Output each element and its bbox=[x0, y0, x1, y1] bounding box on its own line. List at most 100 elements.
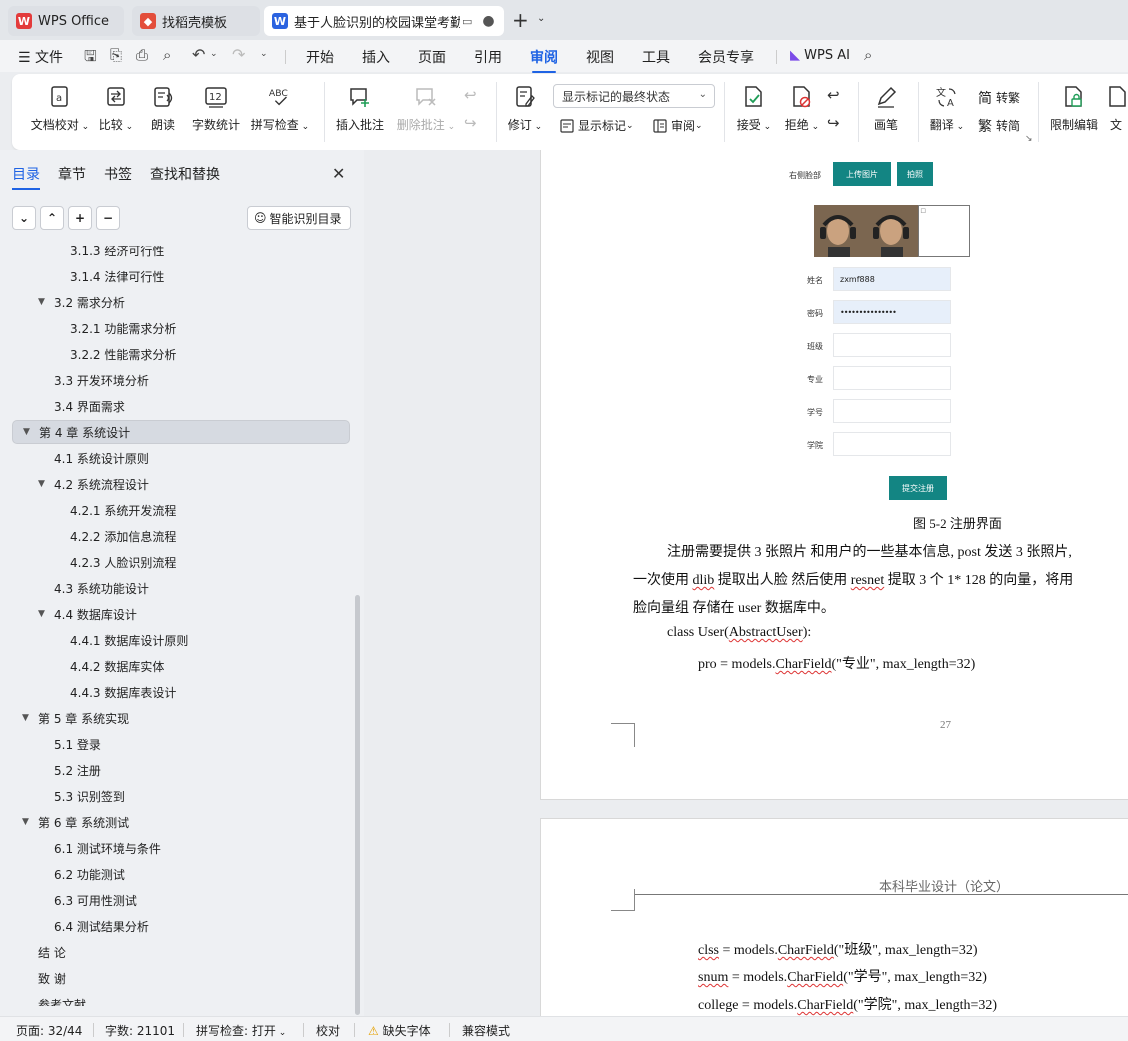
toc-item[interactable]: 5.3 识别签到 bbox=[12, 784, 350, 808]
save-icon[interactable]: 🖫 bbox=[84, 46, 97, 71]
nav-tab-chapters[interactable]: 章节 bbox=[58, 164, 86, 184]
submit-register-button[interactable]: 提交注册 bbox=[889, 476, 947, 500]
next-revision-icon[interactable]: ↪ bbox=[827, 114, 840, 132]
doc-rights-button[interactable]: 文 bbox=[1098, 84, 1128, 144]
expand-arrow-icon[interactable]: ▼ bbox=[23, 427, 30, 437]
nav-tab-find-replace[interactable]: 查找和替换 bbox=[150, 164, 220, 184]
name-field[interactable]: zxmf888 bbox=[833, 267, 951, 291]
insert-comment-button[interactable]: 插入批注 bbox=[334, 84, 386, 144]
toc-item[interactable]: 4.4.3 数据库表设计 bbox=[12, 680, 350, 704]
delete-comment-button[interactable]: 删除批注 ⌄ bbox=[396, 84, 456, 144]
class-field[interactable] bbox=[833, 333, 951, 357]
accept-button[interactable]: 接受 ⌄ bbox=[730, 84, 778, 144]
search-icon[interactable]: ⌕ bbox=[864, 46, 872, 64]
spell-check-button[interactable]: ABC 拼写检查 ⌄ bbox=[248, 84, 312, 144]
toc-item[interactable]: 5.2 注册 bbox=[12, 758, 350, 782]
toc-item[interactable]: 3.2.1 功能需求分析 bbox=[12, 316, 350, 340]
toc-item[interactable]: 6.3 可用性测试 bbox=[12, 888, 350, 912]
print-preview-icon[interactable]: ⌕ bbox=[163, 46, 171, 64]
menu-reference[interactable]: 引用 bbox=[474, 47, 502, 67]
doc-proof-button[interactable]: a 文档校对 ⌄ bbox=[24, 84, 96, 144]
tab-unsaved-dot-icon[interactable]: ● bbox=[482, 13, 494, 29]
toc-item[interactable]: 4.1 系统设计原则 bbox=[12, 446, 350, 470]
toc-item[interactable]: 5.1 登录 bbox=[12, 732, 350, 756]
toc-item[interactable]: ▼ 3.2 需求分析 bbox=[12, 290, 350, 314]
toc-item[interactable]: 4.2.1 系统开发流程 bbox=[12, 498, 350, 522]
toc-item[interactable]: 4.2.3 人脸识别流程 bbox=[12, 550, 350, 574]
file-menu[interactable]: ☰ 文件 bbox=[18, 47, 63, 67]
toc-item[interactable]: ▼ 第 4 章 系统设计 bbox=[12, 420, 350, 444]
upload-image-button[interactable]: 上传图片 bbox=[833, 162, 891, 186]
more-chevron-icon[interactable]: ⌄ bbox=[260, 49, 268, 59]
expand-arrow-icon[interactable]: ▼ bbox=[38, 297, 45, 307]
student-id-field[interactable] bbox=[833, 399, 951, 423]
tab-template[interactable]: ◆ 找稻壳模板 bbox=[132, 6, 260, 36]
nav-tab-toc[interactable]: 目录 bbox=[12, 164, 40, 190]
reject-button[interactable]: 拒绝 ⌄ bbox=[778, 84, 826, 144]
expand-arrow-icon[interactable]: ▼ bbox=[38, 479, 45, 489]
toc-item[interactable]: 6.4 测试结果分析 bbox=[12, 914, 350, 938]
read-aloud-button[interactable]: 朗读 bbox=[134, 84, 192, 144]
tab-wps-office[interactable]: W WPS Office bbox=[8, 6, 124, 36]
word-count-indicator[interactable]: 字数: 21101 bbox=[105, 1022, 175, 1039]
toc-item[interactable]: 3.1.3 经济可行性 bbox=[12, 246, 350, 262]
menu-page[interactable]: 页面 bbox=[418, 47, 446, 67]
expand-arrow-icon[interactable]: ▼ bbox=[22, 713, 29, 723]
undo-dropdown-icon[interactable]: ⌄ bbox=[210, 49, 218, 59]
next-comment-icon[interactable]: ↪ bbox=[464, 114, 477, 132]
collapse-chevron-down-icon[interactable]: ⌄ bbox=[12, 206, 36, 230]
share-icon[interactable]: ⎘ bbox=[110, 46, 122, 64]
college-field[interactable] bbox=[833, 432, 951, 456]
proofread-indicator[interactable]: 校对 bbox=[316, 1022, 340, 1039]
to-simplified-button[interactable]: 繁 转简 bbox=[977, 117, 1020, 135]
toc-item[interactable]: 参考文献 bbox=[12, 992, 350, 1007]
wps-ai-button[interactable]: ◣ WPS AI bbox=[790, 48, 850, 63]
menu-tools[interactable]: 工具 bbox=[642, 47, 670, 67]
toc-item[interactable]: 6.1 测试环境与条件 bbox=[12, 836, 350, 860]
print-icon[interactable]: ⎙ bbox=[136, 46, 148, 64]
toc-item[interactable]: 3.1.4 法律可行性 bbox=[12, 264, 350, 288]
page-indicator[interactable]: 页面: 32/44 bbox=[16, 1022, 82, 1039]
redo-icon[interactable]: ↷ bbox=[232, 45, 245, 64]
ribbon-expand-icon[interactable]: ↘ bbox=[1025, 134, 1033, 144]
menu-view[interactable]: 视图 bbox=[586, 47, 614, 67]
menu-insert[interactable]: 插入 bbox=[362, 47, 390, 67]
prev-comment-icon[interactable]: ↩ bbox=[464, 86, 477, 104]
toc-item[interactable]: ▼ 4.2 系统流程设计 bbox=[12, 472, 350, 496]
review-pane-button[interactable]: 审阅 ⌄ bbox=[652, 117, 703, 134]
toc-item[interactable]: 结 论 bbox=[12, 940, 350, 964]
menu-member[interactable]: 会员专享 bbox=[698, 47, 754, 67]
toc-item[interactable]: 3.4 界面需求 bbox=[12, 394, 350, 418]
toc-item[interactable]: 致 谢 bbox=[12, 966, 350, 990]
tab-list-chevron-icon[interactable]: ⌄ bbox=[537, 13, 545, 24]
show-markup-button[interactable]: 显示标记 ⌄ bbox=[559, 117, 634, 134]
expand-arrow-icon[interactable]: ▼ bbox=[38, 609, 45, 619]
toc-item[interactable]: 4.3 系统功能设计 bbox=[12, 576, 350, 600]
revise-button[interactable]: 修订 ⌄ bbox=[504, 84, 546, 144]
major-field[interactable] bbox=[833, 366, 951, 390]
nav-tab-bookmarks[interactable]: 书签 bbox=[104, 164, 132, 184]
toc-item[interactable]: 4.4.1 数据库设计原则 bbox=[12, 628, 350, 652]
new-tab-button[interactable]: + bbox=[512, 8, 529, 32]
toc-item[interactable]: ▼ 4.4 数据库设计 bbox=[12, 602, 350, 626]
to-traditional-button[interactable]: 简 转繁 bbox=[977, 89, 1020, 107]
toc-item[interactable]: 4.4.2 数据库实体 bbox=[12, 654, 350, 678]
toc-item[interactable]: 3.3 开发环境分析 bbox=[12, 368, 350, 392]
missing-font-indicator[interactable]: ⚠ 缺失字体 bbox=[368, 1022, 431, 1039]
remove-heading-icon[interactable]: − bbox=[96, 206, 120, 230]
restrict-edit-button[interactable]: 限制编辑 bbox=[1044, 84, 1104, 144]
menu-start[interactable]: 开始 bbox=[306, 47, 334, 67]
expand-chevron-up-icon[interactable]: ⌃ bbox=[40, 206, 64, 230]
menu-review[interactable]: 审阅 bbox=[530, 47, 558, 73]
tab-document[interactable]: W 基于人脸识别的校园课堂考勤 ▭ ● bbox=[264, 6, 504, 36]
password-field[interactable]: ••••••••••••••• bbox=[833, 300, 951, 324]
toc-item[interactable]: 3.2.2 性能需求分析 bbox=[12, 342, 350, 366]
translate-button[interactable]: 文A 翻译 ⌄ bbox=[920, 84, 974, 144]
toc-item[interactable]: 6.2 功能测试 bbox=[12, 862, 350, 886]
undo-icon[interactable]: ↶ bbox=[192, 45, 205, 64]
nav-scrollbar[interactable] bbox=[355, 595, 360, 1015]
pen-button[interactable]: 画笔 bbox=[856, 84, 916, 144]
toc-item[interactable]: ▼ 第 6 章 系统测试 bbox=[12, 810, 350, 834]
smart-toc-button[interactable]: ☺ 智能识别目录 bbox=[247, 206, 351, 230]
toc-item[interactable]: ▼ 第 5 章 系统实现 bbox=[12, 706, 350, 730]
